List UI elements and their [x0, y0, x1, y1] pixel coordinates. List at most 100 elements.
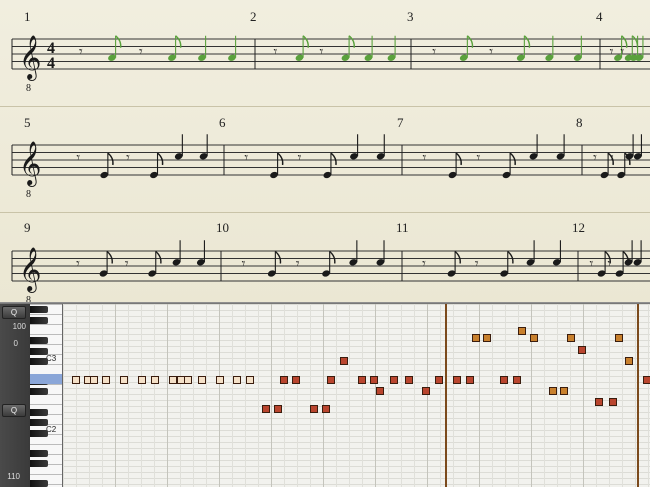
midi-note[interactable]	[274, 405, 282, 413]
note-flag	[274, 250, 282, 264]
note-flag	[329, 250, 336, 264]
midi-note[interactable]	[358, 376, 366, 384]
black-key[interactable]	[30, 306, 48, 313]
eighth-rest-icon: 𝄾	[610, 44, 614, 60]
eighth-rest-icon: 𝄾	[610, 150, 614, 166]
black-key[interactable]	[30, 430, 48, 437]
midi-note[interactable]	[233, 376, 241, 384]
black-key[interactable]	[30, 358, 48, 365]
zoom-value: 110	[7, 472, 20, 481]
eighth-rest-icon: 𝄾	[320, 44, 324, 60]
measure-number: 7	[397, 115, 404, 130]
midi-note[interactable]	[292, 376, 300, 384]
midi-note[interactable]	[422, 387, 430, 395]
midi-note[interactable]	[102, 376, 110, 384]
black-key[interactable]	[30, 409, 48, 416]
midi-note[interactable]	[549, 387, 557, 395]
black-key[interactable]	[30, 480, 48, 487]
midi-note[interactable]	[567, 334, 575, 342]
measure-number: 8	[576, 115, 583, 130]
midi-note[interactable]	[198, 376, 206, 384]
midi-note[interactable]	[625, 357, 633, 365]
midi-note[interactable]	[466, 376, 474, 384]
quantize-button-2[interactable]: Q	[2, 404, 26, 417]
midi-note[interactable]	[120, 376, 128, 384]
eighth-rest-icon: 𝄾	[296, 256, 300, 272]
black-key[interactable]	[30, 317, 48, 324]
midi-note[interactable]	[453, 376, 461, 384]
eighth-rest-icon: 𝄾	[608, 256, 612, 272]
eighth-rest-icon: 𝄾	[423, 150, 427, 166]
eighth-rest-icon: 𝄾	[475, 256, 479, 272]
black-key[interactable]	[30, 388, 48, 395]
midi-note[interactable]	[262, 405, 270, 413]
midi-note[interactable]	[472, 334, 480, 342]
midi-note[interactable]	[643, 376, 650, 384]
note-flag	[455, 152, 462, 166]
midi-note[interactable]	[72, 376, 80, 384]
midi-note[interactable]	[184, 376, 192, 384]
staff-system: 𝄞8𝄾 𝄾 𝄾 𝄾 𝄾 𝄾 𝄾 𝄾	[11, 240, 650, 306]
midi-note[interactable]	[405, 376, 413, 384]
piano-keyboard[interactable]: C3 C2	[30, 304, 63, 487]
eighth-rest-icon: 𝄾	[79, 44, 83, 60]
note-flag	[330, 152, 337, 166]
system-separator	[0, 106, 650, 107]
midi-note[interactable]	[500, 376, 508, 384]
midi-note[interactable]	[390, 376, 398, 384]
measure-number: 6	[219, 115, 226, 130]
white-key-edge	[30, 334, 62, 335]
midi-note[interactable]	[216, 376, 224, 384]
eighth-rest-icon: 𝄾	[593, 150, 597, 166]
black-key[interactable]	[30, 419, 48, 426]
note-flag	[454, 250, 461, 264]
black-key[interactable]	[30, 348, 48, 355]
midi-note[interactable]	[246, 376, 254, 384]
midi-note[interactable]	[340, 357, 348, 365]
note-flag	[523, 35, 531, 48]
midi-note[interactable]	[615, 334, 623, 342]
eighth-rest-icon: 𝄾	[620, 44, 624, 60]
midi-note[interactable]	[327, 376, 335, 384]
midi-note[interactable]	[435, 376, 443, 384]
quantize-button[interactable]: Q	[2, 306, 26, 319]
measure-number: 5	[24, 115, 31, 130]
staff-system: 𝄞8𝄾 𝄾 𝄾 𝄾 𝄾 𝄾 𝄾 𝄾	[11, 134, 650, 200]
midi-note[interactable]	[518, 327, 526, 335]
midi-note[interactable]	[609, 398, 617, 406]
note-flag	[631, 35, 639, 48]
midi-note[interactable]	[322, 405, 330, 413]
piano-roll[interactable]: Q 100 0 Q 110 C3 C2	[0, 304, 650, 487]
midi-note[interactable]	[376, 387, 384, 395]
midi-note[interactable]	[530, 334, 538, 342]
midi-note[interactable]	[90, 376, 98, 384]
measure-number: 3	[407, 9, 414, 24]
black-key[interactable]	[30, 450, 48, 457]
black-key[interactable]	[30, 460, 48, 467]
midi-note[interactable]	[280, 376, 288, 384]
eighth-rest-icon: 𝄾	[126, 150, 130, 166]
midi-note[interactable]	[483, 334, 491, 342]
midi-note[interactable]	[560, 387, 568, 395]
white-key-edge	[30, 404, 62, 405]
system-separator	[0, 212, 650, 213]
white-key-edge	[30, 474, 62, 475]
eighth-rest-icon: 𝄾	[76, 150, 80, 166]
note-grid-canvas[interactable]	[63, 304, 650, 487]
midi-note[interactable]	[370, 376, 378, 384]
midi-note[interactable]	[169, 376, 177, 384]
midi-note[interactable]	[138, 376, 146, 384]
eighth-rest-icon: 𝄾	[477, 150, 481, 166]
midi-note[interactable]	[310, 405, 318, 413]
measure-number: 2	[250, 9, 257, 24]
midi-note[interactable]	[578, 346, 586, 354]
piano-roll-sidebar: Q 100 0 Q 110	[0, 304, 31, 487]
highlighted-key[interactable]	[30, 374, 62, 384]
eighth-rest-icon: 𝄾	[422, 256, 426, 272]
midi-note[interactable]	[595, 398, 603, 406]
note-grid[interactable]	[63, 304, 650, 487]
midi-note[interactable]	[151, 376, 159, 384]
black-key[interactable]	[30, 337, 48, 344]
midi-note[interactable]	[513, 376, 521, 384]
eighth-rest-icon: 𝄾	[242, 256, 246, 272]
